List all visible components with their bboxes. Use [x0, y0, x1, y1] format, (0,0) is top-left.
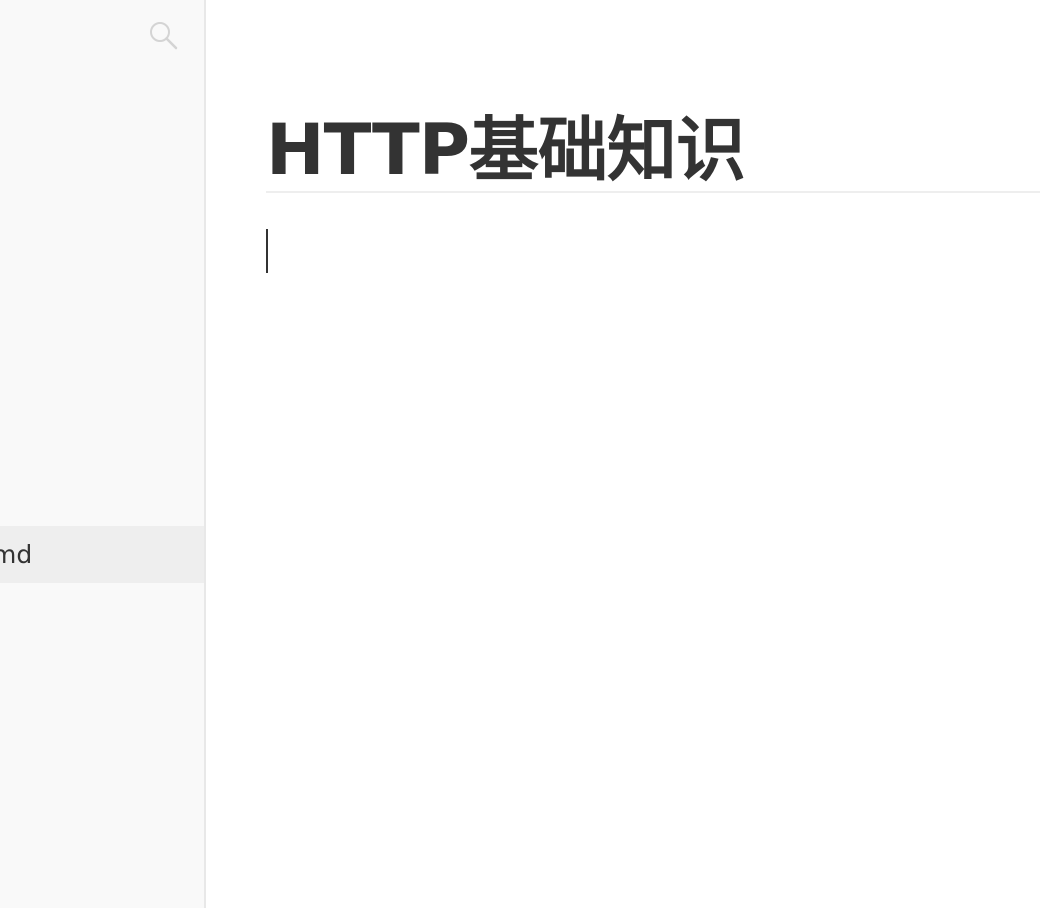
sidebar-file-item[interactable]: md [0, 526, 204, 583]
document-title[interactable]: HTTP基础知识 [266, 108, 746, 192]
title-underline [266, 191, 1040, 193]
search-icon [150, 22, 178, 50]
text-cursor [266, 229, 268, 273]
file-sidebar: md [0, 0, 206, 908]
editor-pane[interactable]: HTTP基础知识 [206, 0, 1040, 908]
search-button[interactable] [147, 19, 179, 51]
app-window: md HTTP基础知识 [0, 0, 1040, 908]
file-name-label: md [0, 540, 33, 569]
